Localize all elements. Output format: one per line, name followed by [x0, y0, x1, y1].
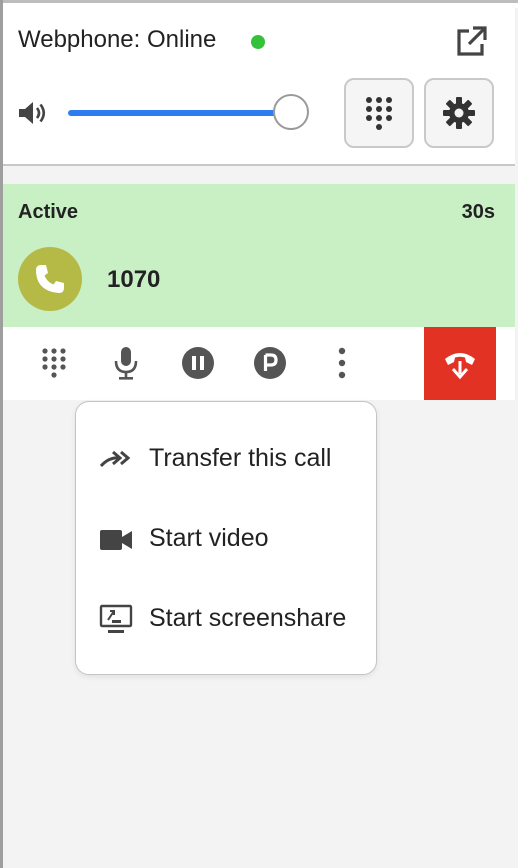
call-timer: 30s [461, 201, 495, 223]
phone-icon [36, 265, 64, 293]
menu-item-start-screenshare[interactable]: Start screenshare [76, 590, 376, 650]
dialpad-button[interactable] [344, 78, 414, 148]
call-avatar [18, 247, 82, 311]
settings-button[interactable] [424, 78, 494, 148]
dialpad-icon [366, 97, 392, 130]
menu-item-label: Start video [149, 524, 269, 552]
webphone-header: Webphone: Online [3, 8, 515, 166]
microphone-icon[interactable] [108, 345, 144, 381]
window-top-border [0, 0, 518, 8]
online-status-dot [251, 35, 265, 49]
call-state-label: Active [18, 201, 79, 223]
speaker-volume-icon[interactable] [16, 97, 48, 129]
call-toolbar [3, 327, 515, 400]
video-camera-icon [98, 524, 134, 556]
menu-item-label: Transfer this call [149, 444, 332, 472]
external-link-icon[interactable] [453, 24, 489, 60]
menu-item-label: Start screenshare [149, 604, 347, 632]
call-options-menu: Transfer this call Start video Start scr… [75, 401, 377, 675]
hangup-button[interactable] [424, 327, 496, 400]
webphone-status-title: Webphone: Online [18, 26, 217, 53]
hangup-icon [445, 352, 475, 379]
dialpad-icon[interactable] [36, 345, 72, 381]
active-call-card: Active 30s 1070 [3, 184, 515, 327]
call-number: 1070 [107, 266, 161, 293]
volume-slider-track[interactable] [68, 110, 293, 116]
screenshare-icon [98, 604, 134, 636]
menu-item-transfer[interactable]: Transfer this call [76, 430, 376, 490]
volume-slider-thumb[interactable] [273, 94, 309, 130]
gear-icon [443, 97, 475, 129]
menu-item-start-video[interactable]: Start video [76, 510, 376, 570]
transfer-icon [98, 444, 134, 476]
pause-icon[interactable] [180, 345, 216, 381]
more-vertical-icon[interactable] [324, 345, 360, 381]
park-icon[interactable] [252, 345, 288, 381]
